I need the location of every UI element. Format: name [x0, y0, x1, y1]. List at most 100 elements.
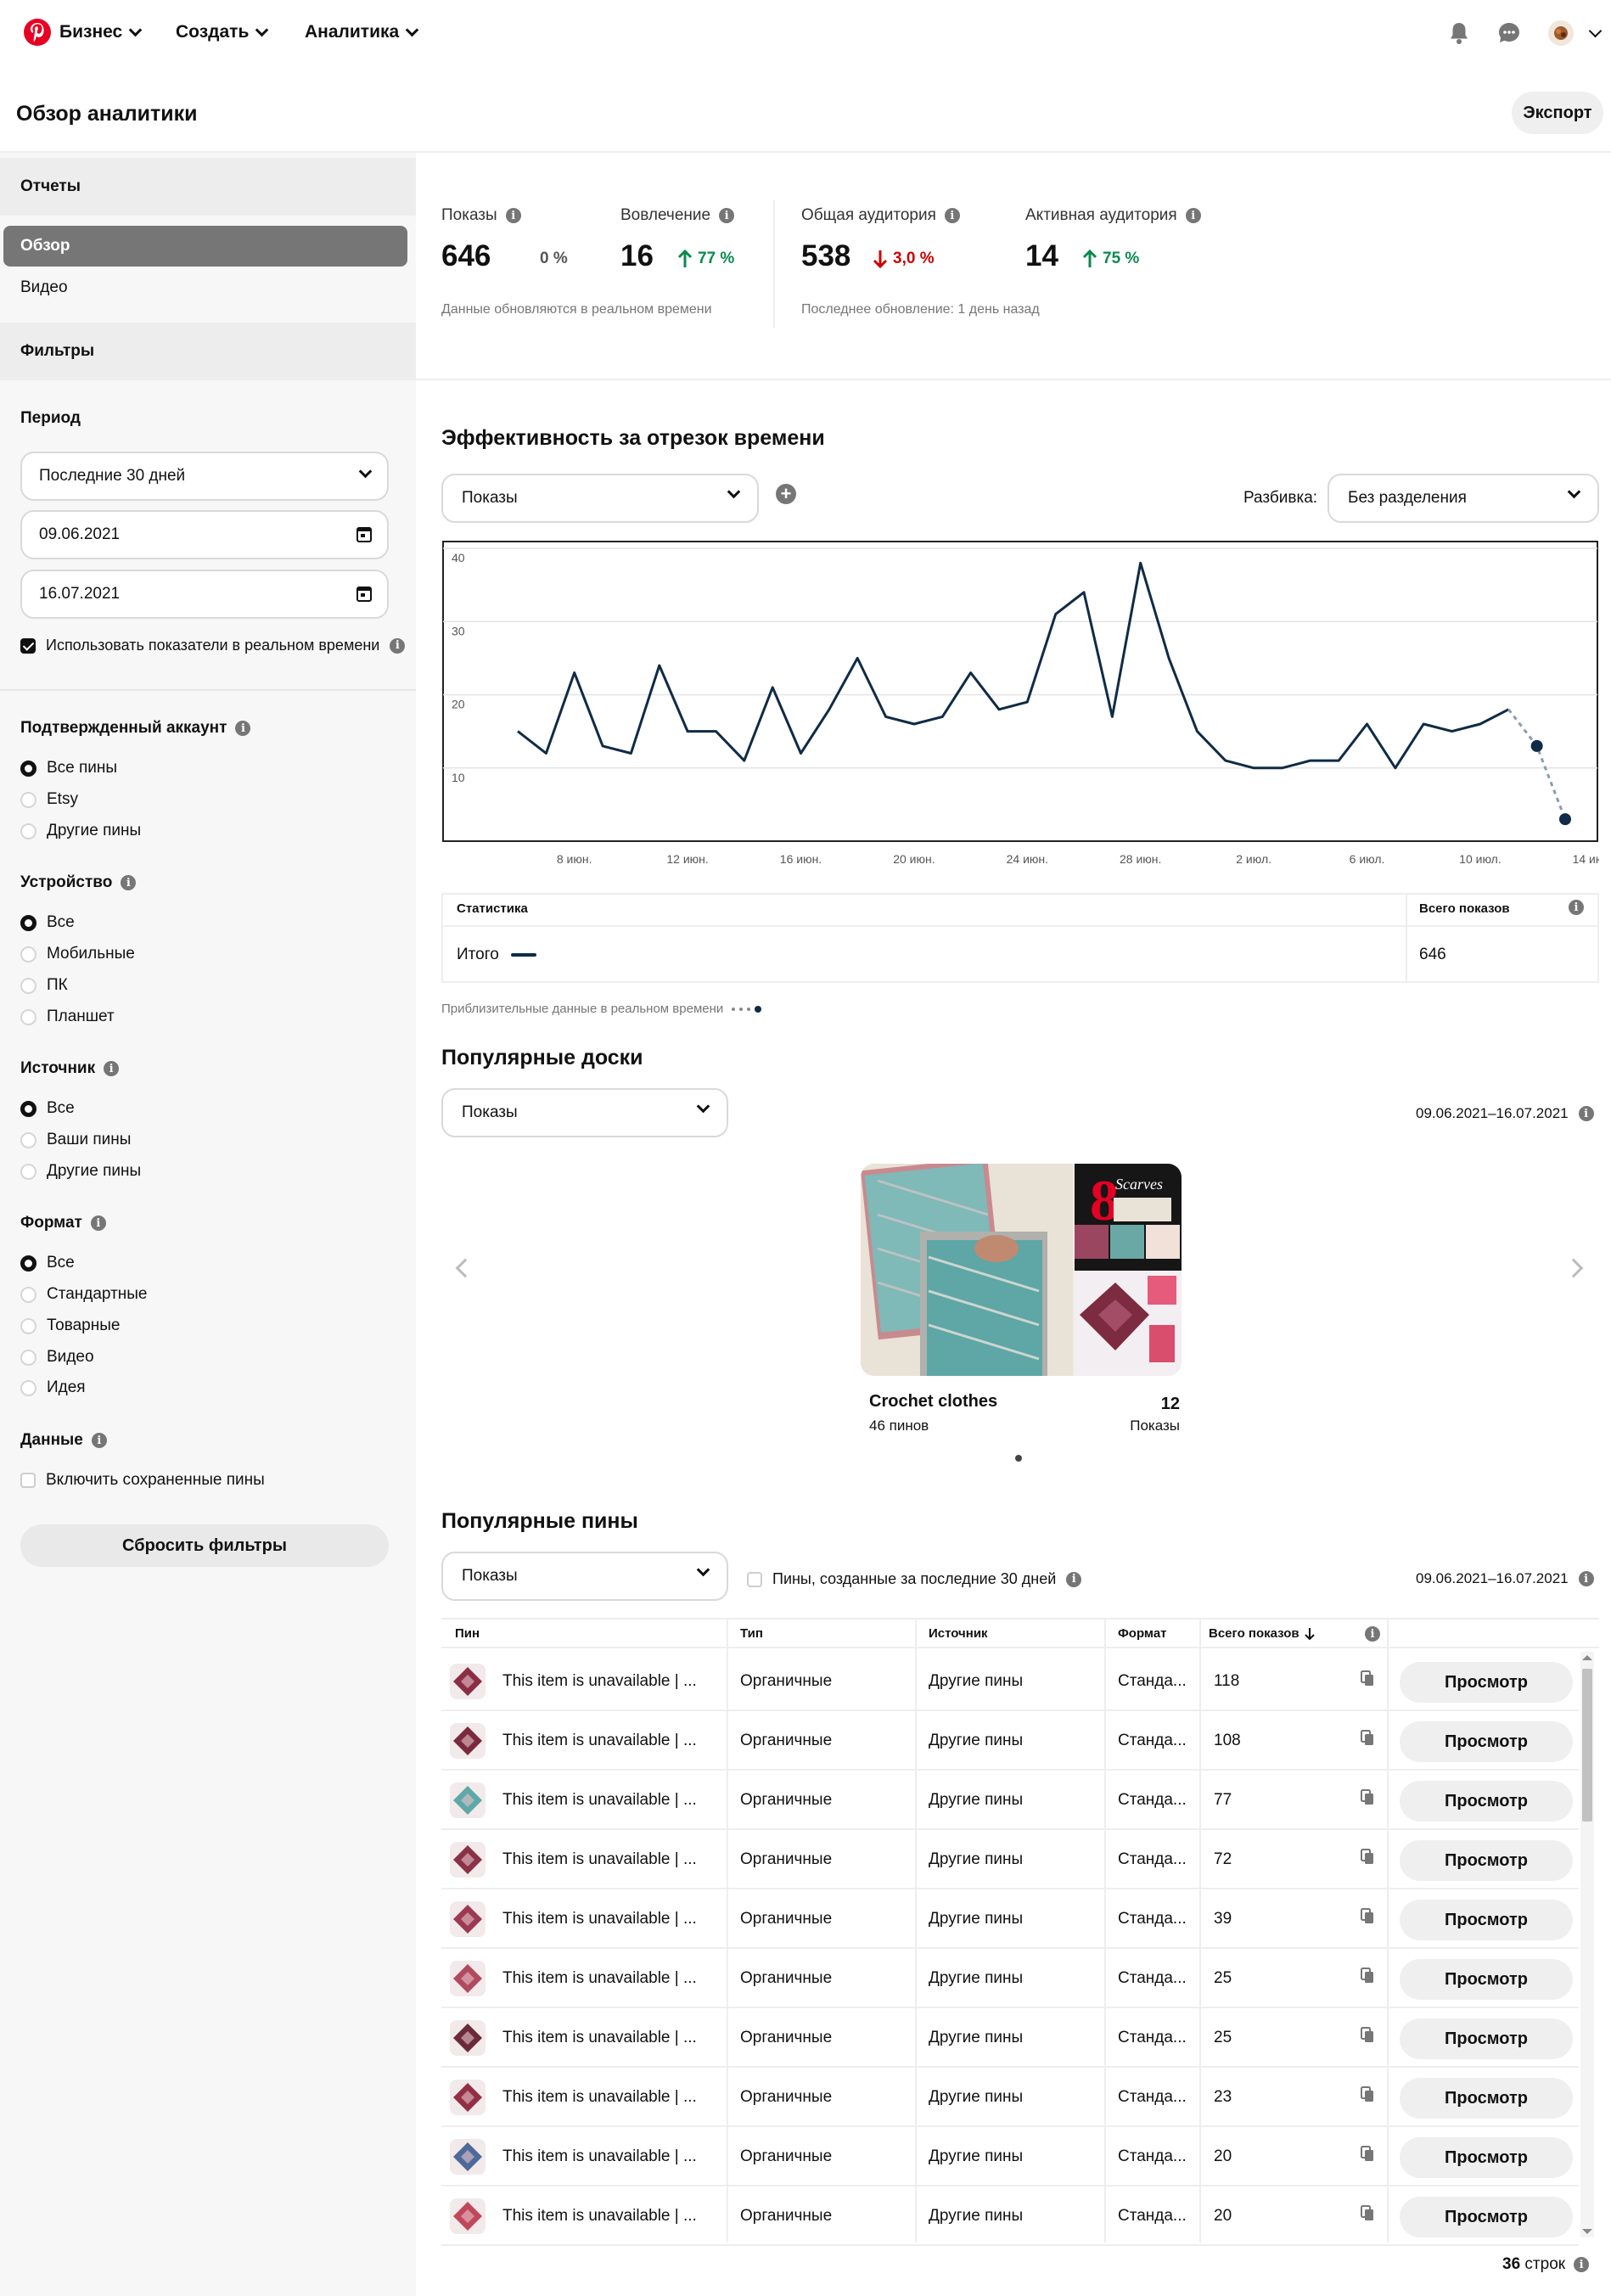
info-icon[interactable]: i — [719, 208, 735, 223]
info-icon[interactable]: i — [505, 208, 521, 223]
pin-thumbnail[interactable] — [450, 1961, 486, 1996]
table-row[interactable]: This item is unavailable | ... Органичные… — [441, 1652, 1579, 1711]
radio-button[interactable] — [20, 1286, 36, 1303]
pin-thumbnail[interactable] — [450, 1664, 486, 1699]
copy-icon[interactable] — [1361, 2027, 1374, 2044]
recent-pins-checkbox[interactable] — [747, 1571, 762, 1587]
view-pin-button[interactable]: Просмотр — [1400, 2137, 1573, 2178]
copy-icon[interactable] — [1361, 1849, 1374, 1866]
nav-create-menu[interactable]: Создать — [176, 22, 269, 42]
pin-thumbnail[interactable] — [450, 2198, 486, 2234]
boards-metric-select[interactable]: Показы — [441, 1088, 728, 1137]
calendar-icon[interactable] — [356, 587, 372, 602]
table-row[interactable]: This item is unavailable | ... Органичные… — [441, 1711, 1579, 1771]
info-icon[interactable]: i — [104, 1061, 120, 1076]
radio-format-product[interactable]: Товарные — [20, 1316, 120, 1335]
period-select[interactable]: Последние 30 дней — [20, 452, 389, 501]
copy-icon[interactable] — [1361, 1670, 1374, 1687]
radio-format-all[interactable]: Все — [20, 1254, 75, 1272]
pin-thumbnail[interactable] — [450, 1901, 486, 1937]
avatar[interactable] — [1546, 19, 1575, 48]
board-name[interactable]: Crochet clothes — [869, 1392, 997, 1412]
radio-verified-etsy[interactable]: Etsy — [20, 790, 78, 809]
radio-device-all[interactable]: Все — [20, 913, 75, 932]
recent-pins-checkbox-row[interactable]: Пины, созданные за последние 30 дней i — [747, 1570, 1082, 1588]
table-row[interactable]: This item is unavailable | ... Органичные… — [441, 2008, 1579, 2068]
table-row[interactable]: This item is unavailable | ... Органичные… — [441, 1830, 1579, 1889]
copy-icon[interactable] — [1361, 1908, 1374, 1925]
radio-format-idea[interactable]: Идея — [20, 1378, 86, 1397]
sidebar-item-video[interactable]: Видео — [20, 278, 68, 297]
radio-button[interactable] — [20, 914, 36, 931]
info-icon[interactable]: i — [1569, 900, 1584, 915]
info-icon[interactable]: i — [1574, 2257, 1590, 2272]
radio-button[interactable] — [20, 1317, 36, 1334]
copy-icon[interactable] — [1361, 2086, 1374, 2103]
pin-title[interactable]: This item is unavailable | ... — [502, 1732, 697, 1750]
include-saved-checkbox[interactable] — [20, 1473, 36, 1488]
info-icon[interactable]: i — [90, 1215, 106, 1231]
performance-metric-select[interactable]: Показы — [441, 474, 759, 523]
carousel-indicator-dot[interactable] — [1015, 1455, 1022, 1462]
pins-metric-select[interactable]: Показы — [441, 1552, 728, 1601]
table-row[interactable]: This item is unavailable | ... Органичные… — [441, 1949, 1579, 2008]
radio-button[interactable] — [20, 1008, 36, 1025]
info-icon[interactable]: i — [944, 208, 960, 223]
info-icon[interactable]: i — [1185, 208, 1201, 223]
radio-device-mobile[interactable]: Мобильные — [20, 945, 135, 963]
radio-button[interactable] — [20, 1379, 36, 1396]
pin-thumbnail[interactable] — [450, 2080, 486, 2115]
scrollbar-thumb[interactable] — [1582, 1669, 1592, 1822]
pin-title[interactable]: This item is unavailable | ... — [502, 1850, 697, 1869]
board-card[interactable]: 8 Scarves — [861, 1164, 1182, 1376]
pinterest-logo-icon[interactable] — [24, 19, 51, 46]
scroll-up-icon[interactable] — [1582, 1655, 1592, 1660]
radio-button[interactable] — [20, 791, 36, 808]
info-icon[interactable]: i — [1578, 1571, 1594, 1586]
radio-button[interactable] — [20, 946, 36, 963]
pin-thumbnail[interactable] — [450, 1782, 486, 1818]
export-button[interactable]: Экспорт — [1512, 92, 1603, 134]
radio-button[interactable] — [20, 1100, 36, 1117]
radio-format-standard[interactable]: Стандартные — [20, 1285, 148, 1304]
nav-analytics-menu[interactable]: Аналитика — [305, 22, 419, 42]
info-icon[interactable]: i — [1578, 1106, 1594, 1121]
copy-icon[interactable] — [1361, 1789, 1374, 1806]
info-icon[interactable]: i — [1066, 1571, 1082, 1587]
radio-verified-other[interactable]: Другие пины — [20, 822, 141, 840]
carousel-prev-icon[interactable] — [455, 1258, 475, 1278]
info-icon[interactable]: i — [390, 637, 406, 654]
radio-format-video[interactable]: Видео — [20, 1348, 94, 1367]
realtime-checkbox-row[interactable]: Использовать показатели в реальном време… — [20, 637, 406, 654]
reset-filters-button[interactable]: Сбросить фильтры — [20, 1524, 389, 1567]
table-row[interactable]: This item is unavailable | ... Органичные… — [441, 2187, 1579, 2246]
nav-business-menu[interactable]: Бизнес — [59, 22, 143, 42]
table-row[interactable]: This item is unavailable | ... Органичные… — [441, 2068, 1579, 2127]
sidebar-item-overview[interactable]: Обзор — [3, 226, 407, 267]
copy-icon[interactable] — [1361, 2205, 1374, 2222]
notifications-bell-icon[interactable] — [1445, 19, 1473, 48]
messages-icon[interactable] — [1495, 19, 1524, 48]
radio-source-other[interactable]: Другие пины — [20, 1162, 141, 1181]
radio-source-all[interactable]: Все — [20, 1099, 75, 1118]
radio-verified-all[interactable]: Все пины — [20, 759, 117, 777]
scroll-down-icon[interactable] — [1582, 2229, 1592, 2234]
calendar-icon[interactable] — [356, 527, 372, 542]
carousel-next-icon[interactable] — [1563, 1258, 1584, 1278]
pin-title[interactable]: This item is unavailable | ... — [502, 2207, 697, 2226]
radio-button[interactable] — [20, 760, 36, 777]
sort-arrow-down-icon[interactable] — [1304, 1627, 1315, 1641]
radio-device-tablet[interactable]: Планшет — [20, 1008, 115, 1026]
pin-thumbnail[interactable] — [450, 1723, 486, 1759]
table-row[interactable]: This item is unavailable | ... Органичные… — [441, 1771, 1579, 1830]
view-pin-button[interactable]: Просмотр — [1400, 2018, 1573, 2059]
radio-button[interactable] — [20, 1163, 36, 1180]
copy-icon[interactable] — [1361, 1968, 1374, 1984]
radio-button[interactable] — [20, 1255, 36, 1272]
realtime-checkbox[interactable] — [20, 637, 36, 654]
info-icon[interactable]: i — [235, 721, 251, 736]
pin-title[interactable]: This item is unavailable | ... — [502, 1672, 697, 1691]
view-pin-button[interactable]: Просмотр — [1400, 2197, 1573, 2237]
copy-icon[interactable] — [1361, 2146, 1374, 2163]
info-icon[interactable]: i — [121, 875, 137, 890]
